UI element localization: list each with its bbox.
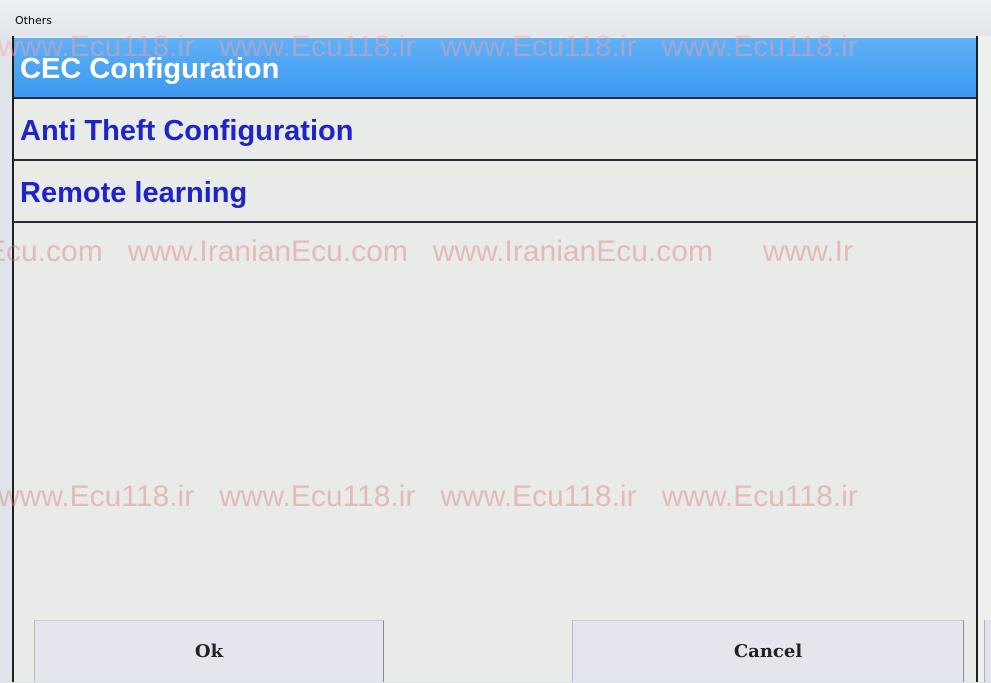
ok-button[interactable]: Ok xyxy=(34,620,384,682)
window-title: Others xyxy=(15,14,52,27)
menu-item-anti-theft-configuration[interactable]: Anti Theft Configuration xyxy=(14,100,976,161)
window-edge xyxy=(978,36,991,682)
partial-button-edge xyxy=(984,620,991,682)
menu-item-cec-configuration[interactable]: CEC Configuration xyxy=(14,38,976,99)
menu-item-remote-learning[interactable]: Remote learning xyxy=(14,162,976,223)
title-bar: Others xyxy=(0,0,991,36)
cancel-button[interactable]: Cancel xyxy=(572,620,964,682)
